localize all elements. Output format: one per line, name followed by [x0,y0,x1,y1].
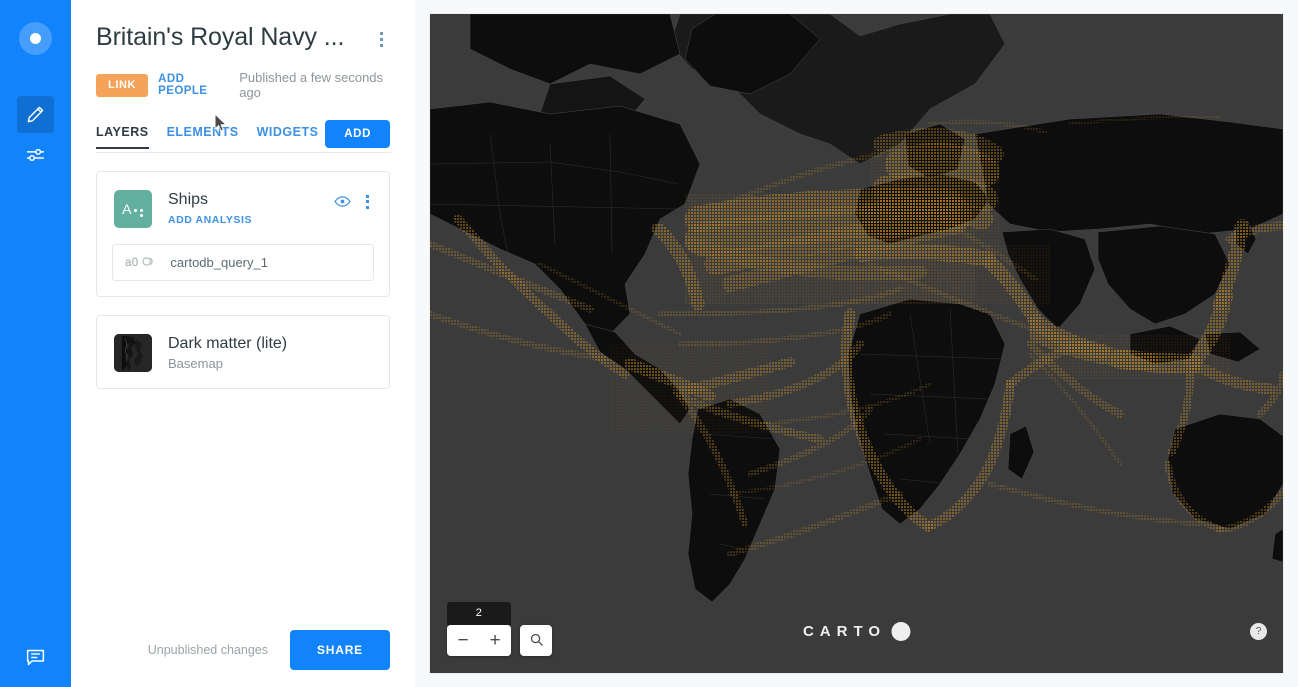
basemap-text: Dark matter (lite) Basemap [168,334,374,371]
layers-list: A Ships ADD ANALYSIS a0 cartodb_query_1 … [71,153,415,687]
left-rail [0,0,71,687]
add-analysis-link[interactable]: ADD ANALYSIS [168,214,334,226]
analysis-node-row[interactable]: a0 cartodb_query_1 [112,244,374,281]
sidebar-item-style-tool[interactable] [17,136,54,173]
layer-thumb-dots-icon [133,209,144,217]
basemap-thumb-graphic [114,334,152,372]
carto-wordmark: CARTO [802,623,887,640]
title-row: Britain's Royal Navy ... [96,22,391,52]
tab-layers[interactable]: LAYERS [96,125,149,149]
layer-actions [334,193,374,210]
analysis-node-id-group: a0 [125,256,155,270]
basemap-thumbnail [114,334,152,372]
basemap-name: Dark matter (lite) [168,335,288,352]
chat-bubble-icon [25,647,46,668]
sidebar-item-comments[interactable] [17,639,54,676]
map-area: 2 − + CARTO ? [415,0,1298,687]
zoom-buttons: − + [447,625,511,656]
carto-dot-logo-icon[interactable] [19,22,52,55]
map-render [430,14,1283,673]
analysis-query-name: cartodb_query_1 [170,255,268,270]
basemap-card-main: Dark matter (lite) Basemap [97,316,389,388]
zoom-level-label: 2 [447,602,511,625]
layer-name: Ships [168,191,209,208]
sidebar-item-edit-tool[interactable] [17,96,54,133]
map-search-button[interactable] [520,625,552,656]
map-help-button[interactable]: ? [1250,623,1267,640]
layer-options-kebab-icon[interactable] [360,194,374,209]
add-people-link[interactable]: ADD PEOPLE [158,73,229,97]
zoom-control-box: 2 − + [447,602,511,656]
layer-card-ships[interactable]: A Ships ADD ANALYSIS a0 cartodb_query_1 [96,171,390,297]
tab-widgets[interactable]: WIDGETS [257,125,319,148]
eye-icon[interactable] [334,193,351,210]
source-node-icon [142,256,155,270]
panel-header: Britain's Royal Navy ... LINK ADD PEOPLE… [71,0,415,153]
layer-thumb-letter: A [122,201,132,217]
share-button[interactable]: SHARE [289,630,390,670]
add-button[interactable]: ADD [325,120,390,148]
panel-footer: Unpublished changes SHARE [71,613,415,687]
unpublished-status: Unpublished changes [147,643,268,657]
publish-status: Published a few seconds ago [239,70,384,100]
tabs-row: LAYERS ELEMENTS WIDGETS ADD [96,120,391,152]
layer-card-main: A Ships ADD ANALYSIS [97,172,389,244]
analysis-node-id: a0 [125,256,139,269]
layer-thumbnail: A [114,190,152,228]
page-title: Britain's Royal Navy ... [96,23,345,51]
pencil-icon [26,105,45,124]
tab-list: LAYERS ELEMENTS WIDGETS [96,125,325,149]
layer-card-basemap[interactable]: Dark matter (lite) Basemap [96,315,390,389]
sliders-icon [25,144,46,165]
carto-attribution[interactable]: CARTO [802,622,911,641]
basemap-type: Basemap [168,356,223,371]
tab-elements[interactable]: ELEMENTS [167,125,239,148]
app-root: Britain's Royal Navy ... LINK ADD PEOPLE… [0,0,1298,687]
magnifier-icon [529,632,544,650]
left-panel: Britain's Royal Navy ... LINK ADD PEOPLE… [71,0,415,687]
zoom-in-button[interactable]: + [479,625,511,656]
map-options-kebab-icon[interactable] [371,28,391,50]
map-canvas[interactable]: 2 − + CARTO ? [430,14,1283,673]
layer-text: Ships ADD ANALYSIS [168,190,334,226]
carto-dot-icon [891,622,911,641]
zoom-out-button[interactable]: − [447,625,479,656]
privacy-badge[interactable]: LINK [96,73,149,97]
meta-row: LINK ADD PEOPLE Published a few seconds … [96,70,391,100]
map-controls: 2 − + [447,602,552,656]
